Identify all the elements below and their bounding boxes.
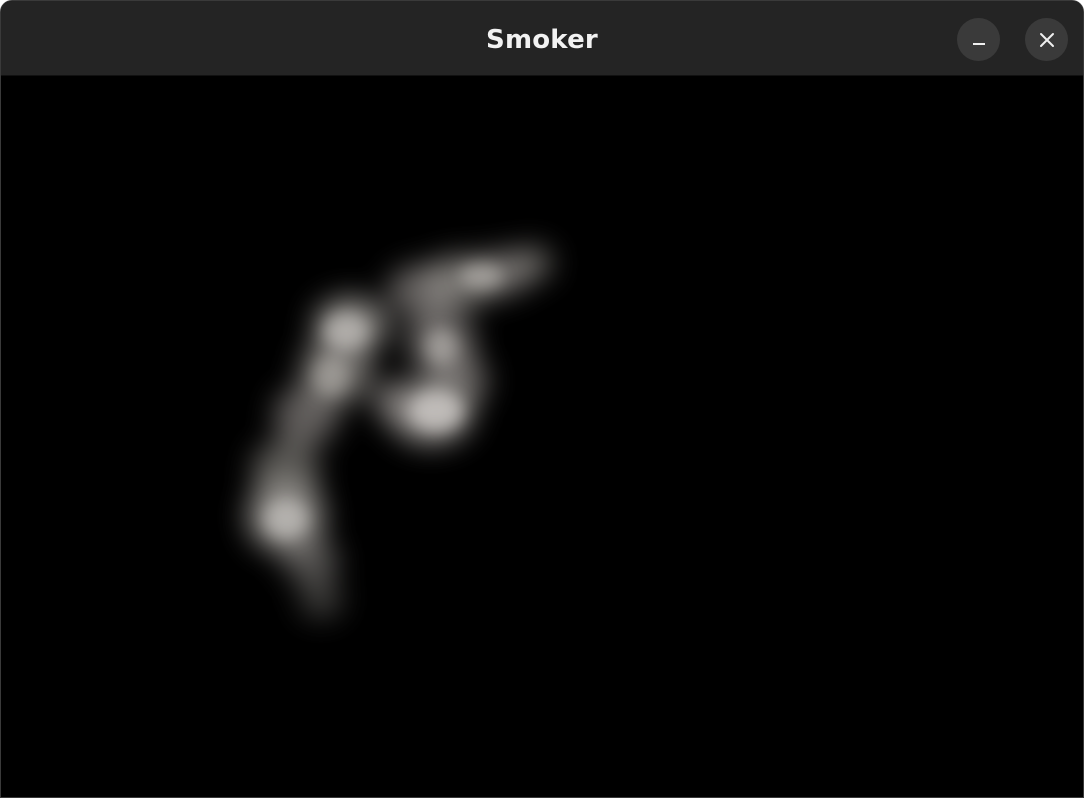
minimize-icon: [972, 42, 985, 45]
minimize-button[interactable]: [957, 18, 1000, 61]
window-title: Smoker: [486, 25, 598, 55]
title-bar[interactable]: Smoker: [1, 1, 1083, 76]
close-icon: [1039, 32, 1054, 47]
close-button[interactable]: [1025, 18, 1068, 61]
app-window: Smoker: [0, 0, 1084, 798]
smoke-canvas[interactable]: [1, 76, 1083, 797]
smoke-drawing: [1, 76, 1083, 797]
